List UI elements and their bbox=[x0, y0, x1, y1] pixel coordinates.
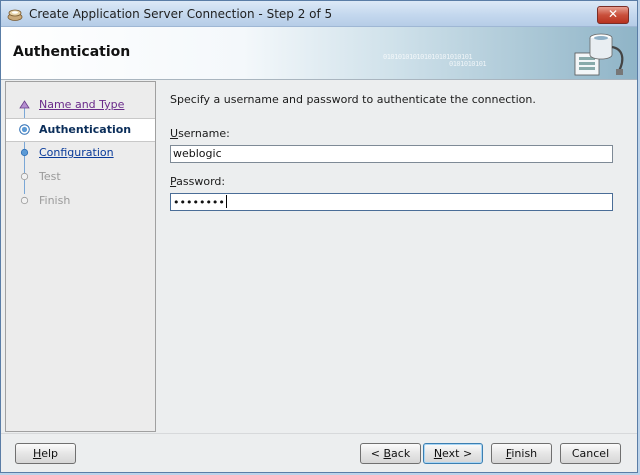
step-label: Authentication bbox=[39, 123, 132, 136]
wizard-step-list: Name and Type Authentication Configurati… bbox=[5, 81, 156, 432]
text-caret bbox=[225, 195, 227, 208]
username-field[interactable]: weblogic bbox=[170, 145, 613, 163]
step-current-icon bbox=[19, 124, 30, 135]
window-title: Create Application Server Connection - S… bbox=[29, 7, 333, 21]
step-configuration[interactable]: Configuration bbox=[6, 142, 155, 164]
step-disabled-icon bbox=[20, 172, 29, 181]
step-authentication[interactable]: Authentication bbox=[6, 118, 155, 142]
password-label: Password: bbox=[170, 175, 226, 188]
app-icon bbox=[7, 9, 23, 21]
wizard-header: Authentication 010101010101010101010101 … bbox=[1, 27, 637, 80]
username-label: Username: bbox=[170, 127, 230, 140]
page-title: Authentication bbox=[13, 44, 131, 60]
close-button[interactable]: ✕ bbox=[597, 6, 629, 24]
step-label: Name and Type bbox=[39, 98, 125, 111]
step-icon bbox=[20, 148, 29, 157]
dialog-window: Create Application Server Connection - S… bbox=[0, 0, 638, 473]
step-name-and-type[interactable]: Name and Type bbox=[6, 94, 155, 116]
password-field[interactable]: •••••••• bbox=[170, 193, 613, 211]
help-button[interactable]: Help bbox=[15, 443, 76, 464]
step-label: Finish bbox=[39, 194, 71, 207]
title-bar[interactable]: Create Application Server Connection - S… bbox=[1, 1, 637, 27]
instruction-text: Specify a username and password to authe… bbox=[170, 93, 536, 106]
footer-divider bbox=[1, 433, 637, 434]
binary-decoration-2: 0101010101 bbox=[449, 60, 487, 68]
back-button[interactable]: < Back bbox=[360, 443, 421, 464]
form-panel: Specify a username and password to authe… bbox=[157, 81, 637, 432]
next-button[interactable]: Next > bbox=[423, 443, 483, 464]
step-label: Configuration bbox=[39, 146, 114, 159]
step-test: Test bbox=[6, 166, 155, 188]
cancel-button[interactable]: Cancel bbox=[560, 443, 621, 464]
step-finish: Finish bbox=[6, 190, 155, 212]
step-label: Test bbox=[39, 170, 61, 183]
step-disabled-icon bbox=[20, 196, 29, 205]
server-connection-icon bbox=[574, 33, 624, 76]
finish-button[interactable]: Finish bbox=[491, 443, 552, 464]
step-done-icon bbox=[19, 100, 30, 109]
